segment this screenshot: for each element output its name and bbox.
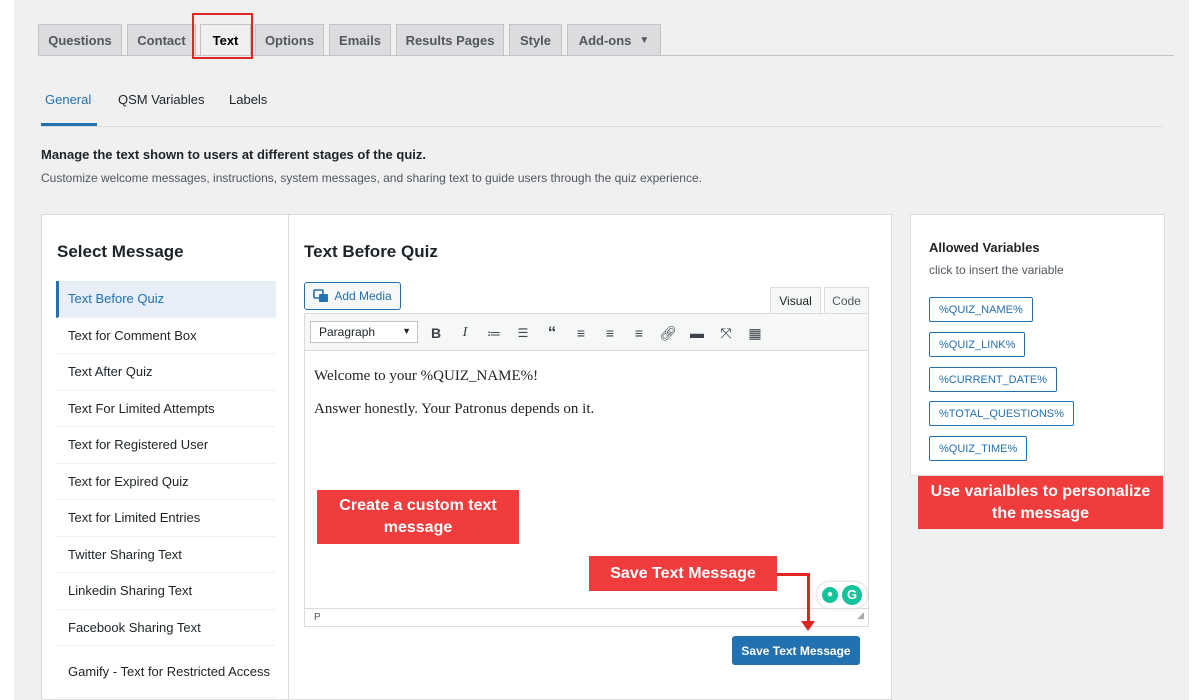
tab-questions[interactable]: Questions [38, 24, 122, 55]
chevron-down-icon: ▼ [402, 326, 411, 336]
variable-quiz-link[interactable]: %QUIZ_LINK% [929, 332, 1026, 357]
section-description-title: Manage the text shown to users at differ… [41, 147, 426, 162]
read-more-icon[interactable]: ▬ [687, 323, 707, 343]
align-center-icon[interactable]: ≡ [600, 323, 620, 343]
tab-results-pages[interactable]: Results Pages [396, 24, 504, 55]
message-item-limited-attempts[interactable]: Text For Limited Attempts [56, 391, 276, 427]
variable-quiz-name[interactable]: %QUIZ_NAME% [929, 297, 1033, 322]
select-message-column: Select Message Text Before Quiz Text for… [42, 215, 289, 700]
tab-label: Emails [339, 32, 381, 48]
callout-arrow-vertical [807, 573, 810, 623]
add-media-button[interactable]: Add Media [304, 282, 401, 310]
align-left-icon[interactable]: ≡ [571, 323, 591, 343]
message-item-text-after-quiz[interactable]: Text After Quiz [56, 354, 276, 391]
message-list: Text Before Quiz Text for Comment Box Te… [56, 281, 276, 698]
section-description-subtitle: Customize welcome messages, instructions… [41, 171, 702, 185]
grammarly-widget[interactable]: ● G [817, 582, 867, 608]
format-select[interactable]: Paragraph ▼ [310, 321, 418, 343]
editor-column: Text Before Quiz Add Media Visual Code P… [304, 215, 879, 700]
grammarly-icon: G [842, 585, 862, 605]
toolbar-toggle-icon[interactable]: ▦ [745, 323, 765, 343]
bullet-list-icon[interactable]: ≔ [484, 323, 504, 343]
message-item-expired-quiz[interactable]: Text for Expired Quiz [56, 464, 276, 500]
subtab-qsm-variables[interactable]: QSM Variables [118, 92, 204, 107]
editor-statusbar: P ◢ [305, 608, 868, 626]
tab-add-ons[interactable]: Add-ons ▼ [567, 24, 661, 55]
message-item-facebook-sharing[interactable]: Facebook Sharing Text [56, 610, 276, 646]
editor-title: Text Before Quiz [304, 242, 438, 261]
message-item-gamify-restricted[interactable]: Gamify - Text for Restricted Access [56, 646, 276, 698]
tab-options[interactable]: Options [255, 24, 324, 55]
message-item-text-before-quiz[interactable]: Text Before Quiz [56, 281, 276, 318]
italic-icon[interactable]: I [455, 323, 475, 343]
variable-current-date[interactable]: %CURRENT_DATE% [929, 367, 1057, 392]
callout-variables-hint: Use varialbles to personalize the messag… [918, 476, 1163, 529]
tab-label: Style [519, 32, 552, 48]
tab-style[interactable]: Style [509, 24, 562, 55]
variable-quiz-time[interactable]: %QUIZ_TIME% [929, 436, 1028, 461]
tab-contact[interactable]: Contact [127, 24, 196, 55]
tab-label: Options [264, 32, 315, 48]
subtabs-divider [41, 126, 1163, 127]
callout-custom-text: Create a custom text message [317, 490, 519, 544]
variable-total-questions[interactable]: %TOTAL_QUESTIONS% [929, 401, 1074, 426]
select-message-title: Select Message [57, 242, 184, 261]
message-item-linkedin-sharing[interactable]: Linkedin Sharing Text [56, 573, 276, 610]
numbered-list-icon[interactable]: ☰ [513, 323, 533, 343]
caret-down-icon: ▼ [639, 34, 650, 46]
allowed-variables-title: Allowed Variables [929, 240, 1040, 255]
callout-save-text: Save Text Message [589, 556, 777, 591]
message-item-limited-entries[interactable]: Text for Limited Entries [56, 500, 276, 537]
tab-label: Questions [48, 32, 112, 48]
editor-toolbar: Paragraph ▼ B I ≔ ☰ “ ≡ ≡ ≡ 🔗︎ ▬ ⤧ ▦ [305, 314, 868, 351]
lightbulb-icon: ● [822, 587, 838, 603]
link-icon[interactable]: 🔗︎ [658, 323, 678, 343]
message-item-twitter-sharing[interactable]: Twitter Sharing Text [56, 537, 276, 573]
message-item-registered-user[interactable]: Text for Registered User [56, 427, 276, 464]
editor-paragraph: Welcome to your %QUIZ_NAME%! [314, 368, 539, 384]
format-select-value: Paragraph [319, 325, 376, 339]
arrow-down-icon [801, 621, 815, 631]
rich-text-editor: Paragraph ▼ B I ≔ ☰ “ ≡ ≡ ≡ 🔗︎ ▬ ⤧ ▦ Wel… [304, 313, 869, 627]
allowed-variables-subtitle: click to insert the variable [929, 263, 1064, 277]
save-text-message-button[interactable]: Save Text Message [732, 636, 860, 665]
text-messages-panel: Select Message Text Before Quiz Text for… [41, 214, 892, 700]
allowed-variables-panel: Allowed Variables click to insert the va… [910, 214, 1165, 476]
align-right-icon[interactable]: ≡ [629, 323, 649, 343]
subtab-general[interactable]: General [45, 92, 91, 107]
tab-code[interactable]: Code [824, 287, 869, 314]
editor-content[interactable]: Welcome to your %QUIZ_NAME%! Answer hone… [314, 368, 594, 434]
add-media-label: Add Media [334, 289, 392, 303]
fullscreen-icon[interactable]: ⤧ [716, 323, 736, 343]
editor-paragraph: Answer honestly. Your Patronus depends o… [314, 401, 595, 417]
text-tab-highlight-box [192, 13, 253, 59]
message-item-comment-box[interactable]: Text for Comment Box [56, 318, 276, 354]
tab-visual[interactable]: Visual [770, 287, 821, 314]
media-icon [313, 289, 329, 302]
subtab-labels[interactable]: Labels [229, 92, 267, 107]
tab-label: Add-ons [578, 32, 632, 48]
blockquote-icon[interactable]: “ [542, 323, 562, 343]
tab-label: Contact [137, 32, 186, 48]
tab-emails[interactable]: Emails [329, 24, 391, 55]
callout-arrow-horizontal [777, 573, 810, 576]
element-path: P [314, 612, 321, 623]
bold-icon[interactable]: B [426, 323, 446, 343]
tab-label: Results Pages [405, 32, 495, 48]
resize-handle-icon[interactable]: ◢ [857, 607, 864, 624]
